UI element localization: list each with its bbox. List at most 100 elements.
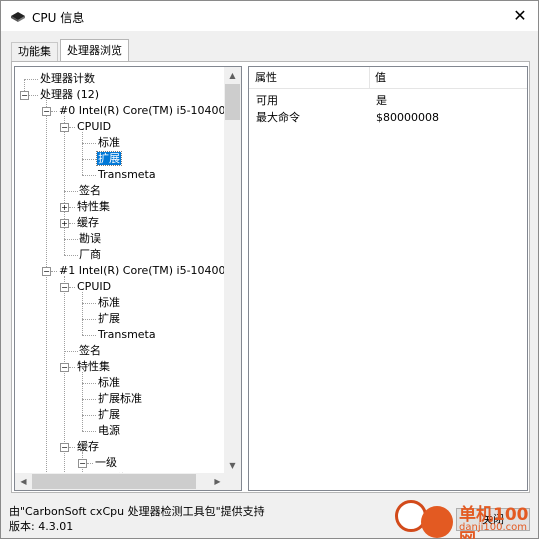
collapse-toggle[interactable]: − (20, 91, 29, 100)
cpu-app-icon (11, 12, 25, 22)
close-icon: ✕ (513, 6, 527, 25)
collapse-toggle[interactable]: − (60, 363, 69, 372)
tree-item-extended[interactable]: 扩展 (97, 311, 121, 327)
collapse-toggle[interactable]: − (60, 123, 69, 132)
tree-line (64, 255, 78, 256)
tree-viewport: − − − + + − − − − − 处理器计数 处理器 (12) #0 In… (15, 67, 226, 474)
window-title: CPU 信息 (32, 11, 85, 25)
tree-item-signature[interactable]: 签名 (78, 343, 102, 359)
tab-feature-set[interactable]: 功能集 (11, 42, 58, 61)
tree-item-level-1[interactable]: 一级 (94, 455, 118, 471)
tree-line (82, 335, 96, 336)
horizontal-scroll-thumb[interactable] (32, 474, 196, 489)
tree-line (82, 431, 96, 432)
tree-line (64, 351, 78, 352)
tree-horizontal-scrollbar[interactable]: ◀ ▶ (15, 473, 226, 490)
close-window-button[interactable]: ✕ (502, 1, 538, 31)
processor-tree[interactable]: − − − + + − − − − − 处理器计数 处理器 (12) #0 In… (14, 66, 242, 491)
collapse-toggle[interactable]: − (42, 267, 51, 276)
scrollbar-corner (224, 473, 241, 490)
tree-line (46, 271, 47, 474)
tree-line (82, 415, 96, 416)
watermark-text: 单机100网 (459, 505, 529, 539)
scroll-down-icon[interactable]: ▼ (224, 457, 241, 474)
tree-item-feature-set[interactable]: 特性集 (76, 199, 111, 215)
tree-line (64, 116, 65, 255)
tree-line (64, 239, 78, 240)
tree-line (82, 319, 96, 320)
tree-line (46, 100, 47, 271)
property-list[interactable]: 属性 值 可用 是 最大命令 $80000008 (248, 66, 528, 491)
tree-item-extended[interactable]: 扩展 (97, 407, 121, 423)
watermark-url: danji100.com (459, 522, 527, 533)
scroll-left-icon[interactable]: ◀ (15, 473, 32, 490)
watermark-circle (421, 506, 453, 538)
tree-item-power[interactable]: 电源 (97, 423, 121, 439)
row-property: 可用 (256, 94, 278, 107)
cpu-info-window: CPU 信息 ✕ 功能集 处理器浏览 − − − + + − − − − − 处… (0, 0, 539, 539)
collapse-toggle[interactable]: − (60, 283, 69, 292)
collapse-toggle[interactable]: − (60, 443, 69, 452)
tree-item-extended-standard[interactable]: 扩展标准 (97, 391, 143, 407)
collapse-toggle[interactable]: − (42, 107, 51, 116)
tree-line (82, 383, 96, 384)
title-bar: CPU 信息 ✕ (1, 1, 538, 31)
tree-line (51, 271, 57, 272)
tab-processor-browser[interactable]: 处理器浏览 (60, 39, 129, 61)
tree-item-standard[interactable]: 标准 (97, 295, 121, 311)
tree-line (82, 292, 83, 335)
tree-line (69, 207, 75, 208)
list-header: 属性 值 (249, 67, 527, 89)
tree-item-errata[interactable]: 勘误 (78, 231, 102, 247)
tree-line (82, 399, 96, 400)
column-header-property[interactable]: 属性 (249, 67, 369, 89)
tree-item-signature[interactable]: 签名 (78, 183, 102, 199)
tree-line (24, 79, 38, 80)
tree-item-standard[interactable]: 标准 (97, 375, 121, 391)
tree-item-transmeta[interactable]: Transmeta (97, 327, 157, 343)
tree-line (82, 175, 96, 176)
tree-line (64, 191, 78, 192)
tree-line (82, 159, 96, 160)
collapse-toggle[interactable]: − (78, 459, 87, 468)
tree-item-cpuid[interactable]: CPUID (76, 119, 112, 135)
tree-line (82, 143, 96, 144)
tree-item-standard[interactable]: 标准 (97, 135, 121, 151)
tree-item-cpu-0[interactable]: #0 Intel(R) Core(TM) i5-10400 CPU @ 2.90… (58, 103, 226, 119)
tree-item-processors[interactable]: 处理器 (12) (39, 87, 100, 103)
tree-vertical-scrollbar[interactable]: ▲ ▼ (224, 67, 241, 474)
tree-item-vendor[interactable]: 厂商 (78, 247, 102, 263)
list-row[interactable]: 最大命令 $80000008 (249, 109, 527, 126)
tree-line (69, 223, 75, 224)
status-text: 由"CarbonSoft cxCpu 处理器检测工具包"提供支持 版本: 4.3… (9, 504, 265, 534)
tree-line (51, 111, 57, 112)
tree-line (69, 447, 75, 448)
tree-item-cpuid[interactable]: CPUID (76, 279, 112, 295)
row-value: 是 (376, 94, 387, 107)
tree-item-cache[interactable]: 缓存 (76, 215, 100, 231)
processor-browser-panel: − − − + + − − − − − 处理器计数 处理器 (12) #0 In… (11, 61, 530, 493)
tree-line (28, 95, 38, 96)
column-header-value[interactable]: 值 (369, 67, 527, 89)
tree-line (82, 372, 83, 431)
tree-line (69, 287, 75, 288)
row-property: 最大命令 (256, 111, 300, 124)
powered-by-text: 由"CarbonSoft cxCpu 处理器检测工具包"提供支持 (9, 505, 265, 518)
tree-item-extended[interactable]: 扩展 (96, 151, 122, 167)
tree-item-feature-set[interactable]: 特性集 (76, 359, 111, 375)
tree-line (69, 127, 75, 128)
list-row[interactable]: 可用 是 (249, 92, 527, 109)
tree-item-transmeta[interactable]: Transmeta (97, 167, 157, 183)
watermark-logo: 单机100网 danji100.com (393, 498, 539, 539)
vertical-scroll-thumb[interactable] (225, 84, 240, 120)
tree-item-processor-count[interactable]: 处理器计数 (39, 71, 96, 87)
tree-item-cpu-1[interactable]: #1 Intel(R) Core(TM) i5-10400 CPU @ 2.90… (58, 263, 226, 279)
expand-toggle[interactable]: + (60, 219, 69, 228)
scroll-up-icon[interactable]: ▲ (224, 67, 241, 84)
tree-item-cache[interactable]: 缓存 (76, 439, 100, 455)
expand-toggle[interactable]: + (60, 203, 69, 212)
version-text: 版本: 4.3.01 (9, 520, 74, 533)
row-value: $80000008 (376, 111, 439, 124)
tree-line (82, 303, 96, 304)
tree-line (69, 367, 75, 368)
